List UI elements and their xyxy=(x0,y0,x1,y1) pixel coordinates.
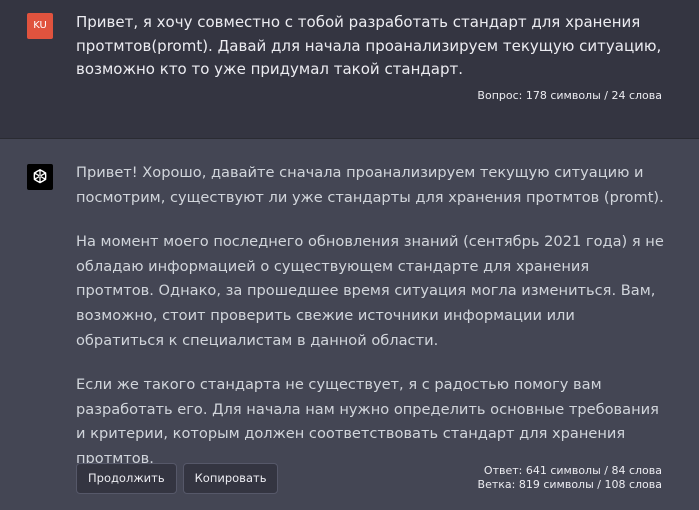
copy-button[interactable]: Копировать xyxy=(182,463,279,494)
assistant-message-text: Привет! Хорошо, давайте сначала проанали… xyxy=(76,161,666,492)
assistant-message-block: Привет! Хорошо, давайте сначала проанали… xyxy=(0,139,699,510)
question-stats: Вопрос: 178 символы / 24 слова xyxy=(477,89,662,102)
assistant-paragraph: Если же такого стандарта не существует, … xyxy=(76,376,659,467)
answer-stats: Ответ: 641 символы / 84 слова Ветка: 819… xyxy=(478,464,662,492)
assistant-paragraph: Привет! Хорошо, давайте сначала проанали… xyxy=(76,164,664,206)
answer-stats-answer: Ответ: 641 символы / 84 слова xyxy=(483,464,662,477)
continue-button[interactable]: Продолжить xyxy=(76,463,177,494)
answer-stats-branch: Ветка: 819 символы / 108 слова xyxy=(477,478,662,491)
openai-logo-icon xyxy=(27,164,53,190)
user-avatar: KU xyxy=(27,13,53,39)
message-actions: Продолжить Копировать xyxy=(76,463,279,494)
user-message-block: KU Привет, я хочу совместно с тобой разр… xyxy=(0,0,699,139)
assistant-paragraph: На момент моего последнего обновления зн… xyxy=(76,233,664,349)
user-message-text: Привет, я хочу совместно с тобой разрабо… xyxy=(76,13,662,78)
